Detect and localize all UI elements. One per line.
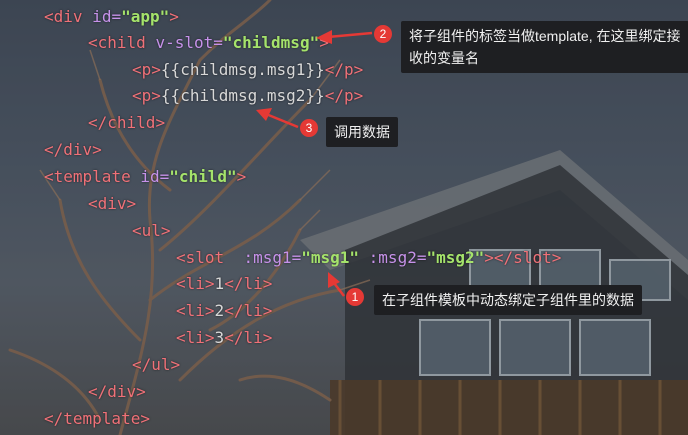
arrow-to-msg1 bbox=[333, 282, 345, 297]
annotation-tooltip-3: 调用数据 bbox=[326, 117, 398, 147]
annotation-badge-1: 1 bbox=[346, 288, 364, 306]
arrow-to-msg2 bbox=[265, 112, 299, 129]
annotation-badge-2: 2 bbox=[374, 25, 392, 43]
arrow-to-childmsg bbox=[327, 31, 373, 39]
annotation-tooltip-2: 将子组件的标签当做template, 在这里绑定接收的变量名 bbox=[401, 21, 688, 73]
annotation-badge-3: 3 bbox=[300, 119, 318, 137]
annotation-tooltip-1: 在子组件模板中动态绑定子组件里的数据 bbox=[374, 285, 642, 315]
